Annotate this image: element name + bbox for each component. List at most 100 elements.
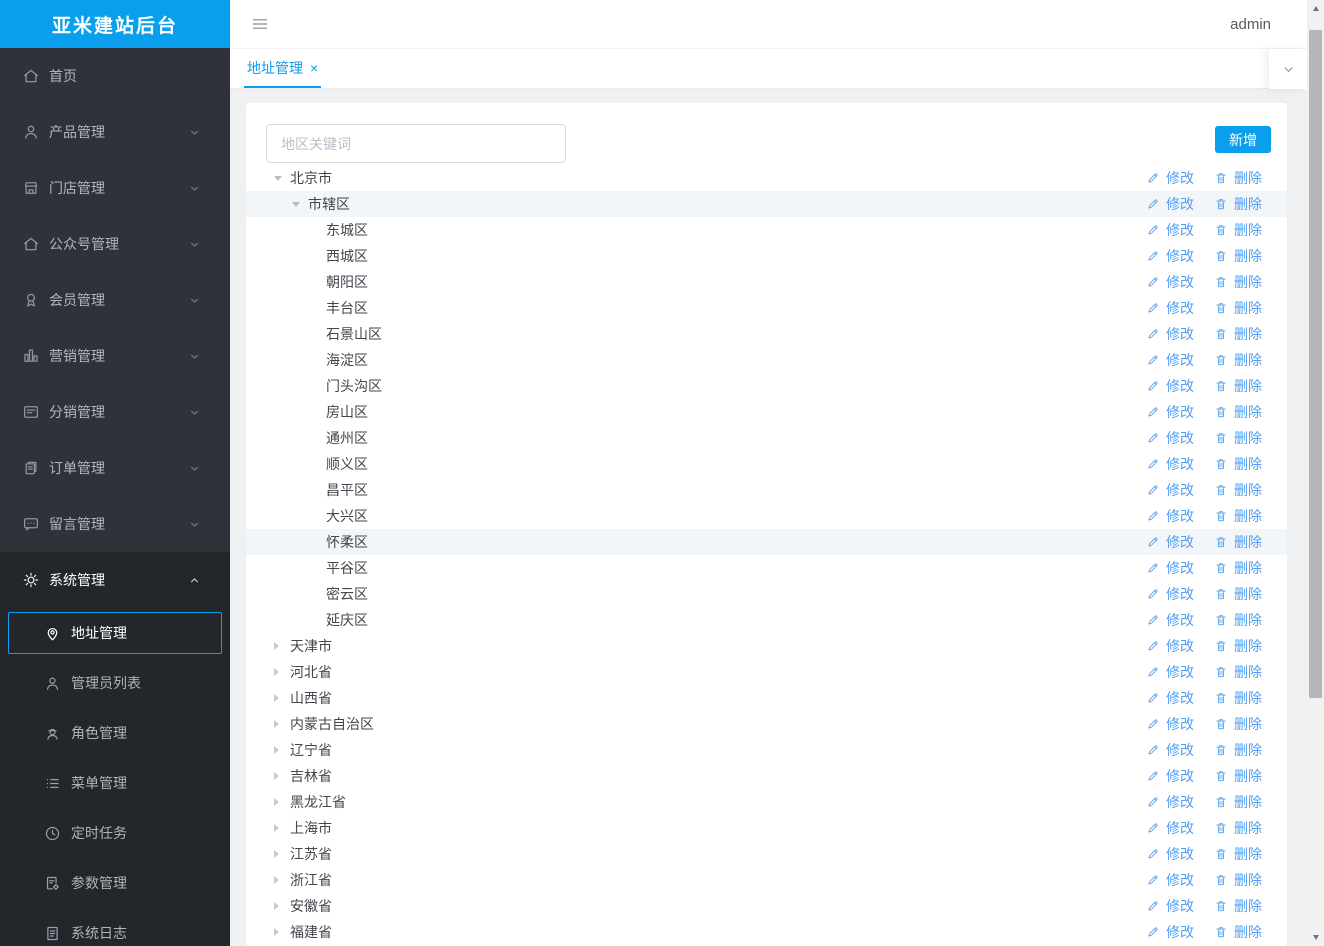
delete-link[interactable]: 删除 [1214,662,1262,682]
edit-link[interactable]: 修改 [1146,558,1194,578]
tree-row[interactable]: 延庆区 修改 删除 [246,607,1287,633]
delete-link[interactable]: 删除 [1214,818,1262,838]
tree-row[interactable]: 安徽省 修改 删除 [246,893,1287,919]
delete-link[interactable]: 删除 [1214,272,1262,292]
caret-down-icon[interactable] [292,201,308,207]
tree-row[interactable]: 黑龙江省 修改 删除 [246,789,1287,815]
edit-link[interactable]: 修改 [1146,402,1194,422]
tree-row[interactable]: 山西省 修改 删除 [246,685,1287,711]
tree-row[interactable]: 朝阳区 修改 删除 [246,269,1287,295]
delete-link[interactable]: 删除 [1214,922,1262,942]
sidebar-item-distribution[interactable]: 分销管理 [0,384,230,440]
delete-link[interactable]: 删除 [1214,688,1262,708]
edit-link[interactable]: 修改 [1146,610,1194,630]
edit-link[interactable]: 修改 [1146,168,1194,188]
delete-link[interactable]: 删除 [1214,428,1262,448]
delete-link[interactable]: 删除 [1214,402,1262,422]
caret-right-icon[interactable] [274,668,290,676]
sidebar-item-store[interactable]: 门店管理 [0,160,230,216]
caret-right-icon[interactable] [274,694,290,702]
delete-link[interactable]: 删除 [1214,844,1262,864]
edit-link[interactable]: 修改 [1146,662,1194,682]
edit-link[interactable]: 修改 [1146,584,1194,604]
sidebar-subitem-menu[interactable]: 菜单管理 [0,758,230,808]
tree-row[interactable]: 内蒙古自治区 修改 删除 [246,711,1287,737]
edit-link[interactable]: 修改 [1146,376,1194,396]
caret-right-icon[interactable] [274,824,290,832]
scroll-down-icon[interactable] [1307,929,1324,946]
tree-row[interactable]: 门头沟区 修改 删除 [246,373,1287,399]
edit-link[interactable]: 修改 [1146,740,1194,760]
edit-link[interactable]: 修改 [1146,688,1194,708]
tree-row[interactable]: 海淀区 修改 删除 [246,347,1287,373]
tree-row[interactable]: 通州区 修改 删除 [246,425,1287,451]
edit-link[interactable]: 修改 [1146,636,1194,656]
tree-row[interactable]: 上海市 修改 删除 [246,815,1287,841]
delete-link[interactable]: 删除 [1214,298,1262,318]
tree-row[interactable]: 密云区 修改 删除 [246,581,1287,607]
username[interactable]: admin [1230,16,1271,33]
tree-row[interactable]: 河北省 修改 删除 [246,659,1287,685]
delete-link[interactable]: 删除 [1214,558,1262,578]
tree-row[interactable]: 平谷区 修改 删除 [246,555,1287,581]
edit-link[interactable]: 修改 [1146,454,1194,474]
edit-link[interactable]: 修改 [1146,194,1194,214]
caret-right-icon[interactable] [274,772,290,780]
caret-right-icon[interactable] [274,798,290,806]
tree-row[interactable]: 福建省 修改 删除 [246,919,1287,945]
caret-right-icon[interactable] [274,902,290,910]
sidebar-item-message[interactable]: 留言管理 [0,496,230,552]
tree-row[interactable]: 市辖区 修改 删除 [246,191,1287,217]
edit-link[interactable]: 修改 [1146,922,1194,942]
delete-link[interactable]: 删除 [1214,220,1262,240]
close-icon[interactable]: × [310,61,318,75]
delete-link[interactable]: 删除 [1214,454,1262,474]
delete-link[interactable]: 删除 [1214,896,1262,916]
tree-row[interactable]: 东城区 修改 删除 [246,217,1287,243]
scroll-up-icon[interactable] [1307,0,1324,17]
caret-right-icon[interactable] [274,642,290,650]
caret-right-icon[interactable] [274,876,290,884]
delete-link[interactable]: 删除 [1214,610,1262,630]
sidebar-subitem-address[interactable]: 地址管理 [8,612,222,654]
edit-link[interactable]: 修改 [1146,506,1194,526]
tree-row[interactable]: 天津市 修改 删除 [246,633,1287,659]
delete-link[interactable]: 删除 [1214,168,1262,188]
sidebar-subitem-role[interactable]: 角色管理 [0,708,230,758]
add-button[interactable]: 新增 [1215,126,1271,153]
sidebar-item-order[interactable]: 订单管理 [0,440,230,496]
edit-link[interactable]: 修改 [1146,428,1194,448]
sidebar-subitem-log[interactable]: 系统日志 [0,908,230,946]
tab-overflow-button[interactable] [1269,49,1307,89]
edit-link[interactable]: 修改 [1146,298,1194,318]
delete-link[interactable]: 删除 [1214,584,1262,604]
scrollbar-thumb[interactable] [1309,30,1322,698]
sidebar-item-wechat[interactable]: 公众号管理 [0,216,230,272]
delete-link[interactable]: 删除 [1214,480,1262,500]
edit-link[interactable]: 修改 [1146,324,1194,344]
delete-link[interactable]: 删除 [1214,194,1262,214]
scrollbar[interactable] [1307,0,1324,946]
delete-link[interactable]: 删除 [1214,246,1262,266]
delete-link[interactable]: 删除 [1214,636,1262,656]
caret-right-icon[interactable] [274,850,290,858]
edit-link[interactable]: 修改 [1146,896,1194,916]
edit-link[interactable]: 修改 [1146,818,1194,838]
edit-link[interactable]: 修改 [1146,844,1194,864]
sidebar-item-member[interactable]: 会员管理 [0,272,230,328]
edit-link[interactable]: 修改 [1146,480,1194,500]
edit-link[interactable]: 修改 [1146,350,1194,370]
delete-link[interactable]: 删除 [1214,766,1262,786]
sidebar-subitem-cron[interactable]: 定时任务 [0,808,230,858]
tree-row[interactable]: 丰台区 修改 删除 [246,295,1287,321]
edit-link[interactable]: 修改 [1146,272,1194,292]
edit-link[interactable]: 修改 [1146,714,1194,734]
tree-row[interactable]: 辽宁省 修改 删除 [246,737,1287,763]
tree-row[interactable]: 浙江省 修改 删除 [246,867,1287,893]
tree-row[interactable]: 大兴区 修改 删除 [246,503,1287,529]
tree-row[interactable]: 石景山区 修改 删除 [246,321,1287,347]
hamburger-icon[interactable] [250,14,270,34]
edit-link[interactable]: 修改 [1146,870,1194,890]
caret-right-icon[interactable] [274,928,290,936]
sidebar-subitem-param[interactable]: 参数管理 [0,858,230,908]
